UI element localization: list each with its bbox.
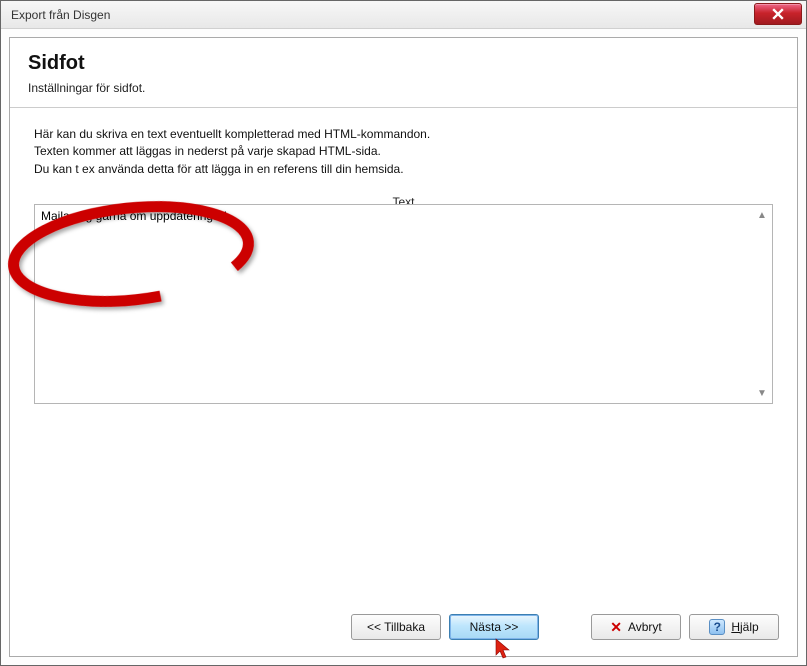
instruction-line: Här kan du skriva en text eventuellt kom…: [34, 126, 773, 143]
page-subtitle: Inställningar för sidfot.: [28, 81, 779, 95]
instruction-line: Du kan t ex använda detta för att lägga …: [34, 161, 773, 178]
wizard-body: Här kan du skriva en text eventuellt kom…: [10, 108, 797, 422]
help-button-label: Hjälp: [731, 620, 758, 634]
instructions-text: Här kan du skriva en text eventuellt kom…: [34, 126, 773, 178]
help-question-icon: ?: [709, 619, 725, 635]
window-title: Export från Disgen: [11, 8, 800, 22]
back-button[interactable]: << Tillbaka: [351, 614, 441, 640]
help-button[interactable]: ? Hjälp: [689, 614, 779, 640]
footer-text-input[interactable]: [41, 209, 750, 399]
cancel-button-label: Avbryt: [628, 620, 662, 634]
next-button[interactable]: Nästa >>: [449, 614, 539, 640]
page-title: Sidfot: [28, 52, 779, 75]
scroll-up-icon[interactable]: ▲: [754, 207, 770, 223]
wizard-button-row: << Tillbaka Nästa >> ✕ Avbryt ? Hjälp: [10, 598, 797, 656]
window-titlebar: Export från Disgen: [1, 1, 806, 29]
back-button-label: << Tillbaka: [367, 620, 425, 634]
instruction-line: Texten kommer att läggas in nederst på v…: [34, 143, 773, 160]
next-button-label: Nästa >>: [470, 620, 519, 634]
close-icon: [772, 8, 784, 20]
scroll-down-icon[interactable]: ▼: [754, 385, 770, 401]
client-area: Sidfot Inställningar för sidfot. Här kan…: [1, 29, 806, 665]
close-button[interactable]: [754, 3, 802, 25]
wizard-header: Sidfot Inställningar för sidfot.: [10, 38, 797, 108]
cancel-x-icon: ✕: [610, 620, 622, 634]
wizard-frame: Sidfot Inställningar för sidfot. Här kan…: [9, 37, 798, 657]
cancel-button[interactable]: ✕ Avbryt: [591, 614, 681, 640]
text-frame: ▲ ▼: [34, 204, 773, 404]
text-fieldset: Text ▲ ▼: [34, 204, 773, 404]
